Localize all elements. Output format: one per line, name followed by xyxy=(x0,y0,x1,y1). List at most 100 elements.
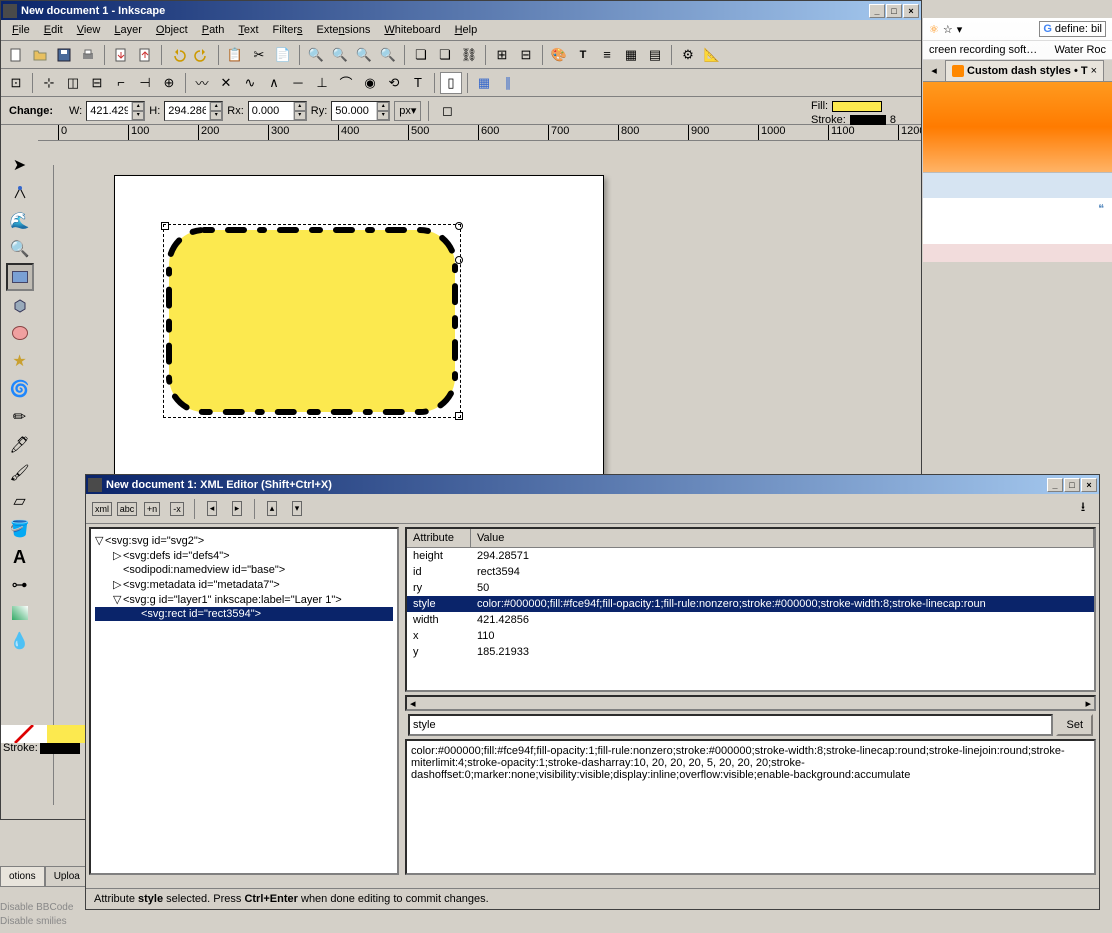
snap-edge-button[interactable]: ⊟ xyxy=(86,72,108,94)
document-properties-button[interactable]: 📐 xyxy=(701,44,723,66)
bookmark-link-2[interactable]: Water Roc xyxy=(1054,44,1106,56)
export-button[interactable] xyxy=(134,44,156,66)
rss-icon[interactable]: ⚛ xyxy=(929,23,939,36)
browser-tab[interactable]: Custom dash styles • T × xyxy=(945,60,1104,81)
text-dialog-button[interactable]: T xyxy=(572,44,594,66)
menu-whiteboard[interactable]: Whiteboard xyxy=(377,22,447,38)
print-button[interactable] xyxy=(77,44,99,66)
zoom-drawing-button[interactable]: 🔍 xyxy=(353,44,375,66)
fill-stroke-dialog-button[interactable]: 🎨 xyxy=(548,44,570,66)
xml-node[interactable]: <svg:rect id="rect3594"> xyxy=(95,607,393,621)
attr-col-value[interactable]: Value xyxy=(471,529,1094,547)
tab-close-icon[interactable]: × xyxy=(1091,65,1097,77)
xml-node[interactable]: ▷<svg:metadata id="metadata7"> xyxy=(95,577,393,592)
dropper-tool[interactable]: 💧 xyxy=(6,627,34,655)
node-tool[interactable] xyxy=(6,179,34,207)
star-icon[interactable]: ☆ xyxy=(943,23,953,36)
snap-text-button[interactable]: T xyxy=(407,72,429,94)
disable-smilies-text[interactable]: Disable smilies xyxy=(0,916,67,927)
bookmark-link-1[interactable]: creen recording soft… xyxy=(929,44,1037,56)
rx-input[interactable]: ▴▾ xyxy=(248,101,307,121)
tweak-tool[interactable]: 🌊 xyxy=(6,207,34,235)
duplicate-button[interactable]: ❏ xyxy=(410,44,432,66)
attr-row[interactable]: x110 xyxy=(407,628,1094,644)
attr-col-name[interactable]: Attribute xyxy=(407,529,471,547)
stroke-swatch[interactable] xyxy=(850,115,886,126)
upload-tab[interactable]: Uploa xyxy=(45,866,89,887)
menu-layer[interactable]: Layer xyxy=(107,22,149,38)
zoom-page-button[interactable]: 🔍 xyxy=(329,44,351,66)
attr-name-input[interactable] xyxy=(408,714,1053,736)
fill-swatch[interactable] xyxy=(832,101,882,112)
copy-button[interactable]: 📋 xyxy=(224,44,246,66)
star-tool[interactable]: ★ xyxy=(6,347,34,375)
menu-path[interactable]: Path xyxy=(195,22,232,38)
resize-handle-tl[interactable] xyxy=(161,222,169,230)
resize-handle-br[interactable] xyxy=(455,412,463,420)
ungroup-button[interactable]: ⊟ xyxy=(515,44,537,66)
snap-guide-button[interactable]: ∥ xyxy=(497,72,519,94)
xml-tb-btn-6[interactable]: ▸ xyxy=(226,498,248,520)
height-input[interactable]: ▴▾ xyxy=(164,101,223,121)
open-button[interactable] xyxy=(29,44,51,66)
attr-row[interactable]: y185.21933 xyxy=(407,644,1094,660)
align-dialog-button[interactable]: ▦ xyxy=(620,44,642,66)
rectangle-tool[interactable] xyxy=(6,263,34,291)
not-rounded-button[interactable]: ◻ xyxy=(436,100,458,122)
snap-center-button[interactable]: ⊕ xyxy=(158,72,180,94)
pencil-tool[interactable]: ✏ xyxy=(6,403,34,431)
dropdown-icon[interactable]: ▾ xyxy=(957,23,963,36)
connector-tool[interactable]: ⊶ xyxy=(6,571,34,599)
bottom-stroke-swatch[interactable] xyxy=(40,743,80,754)
menu-view[interactable]: View xyxy=(70,22,108,38)
xml-tb-btn-3[interactable]: -x xyxy=(166,498,188,520)
snap-grid-button[interactable]: ▦ xyxy=(473,72,495,94)
snap-smooth-button[interactable]: ∿ xyxy=(239,72,261,94)
attribute-list[interactable]: Attribute Value height294.28571idrect359… xyxy=(405,527,1096,692)
redo-button[interactable] xyxy=(191,44,213,66)
menu-filters[interactable]: Filters xyxy=(266,22,310,38)
zoom-selection-button[interactable]: 🔍 xyxy=(377,44,399,66)
snap-enable-button[interactable]: ⊡ xyxy=(5,72,27,94)
xml-tb-btn-0[interactable]: xml xyxy=(91,498,113,520)
snap-intersection-button[interactable]: ✕ xyxy=(215,72,237,94)
snap-midpoint-button[interactable]: ⊣ xyxy=(134,72,156,94)
xml-dialog-button[interactable]: ≡ xyxy=(596,44,618,66)
corner-radius-handle-tr[interactable] xyxy=(455,222,463,230)
attr-row[interactable]: stylecolor:#000000;fill:#fce94f;fill-opa… xyxy=(407,596,1094,612)
maximize-button[interactable]: □ xyxy=(886,4,902,18)
xml-node[interactable]: <sodipodi:namedview id="base"> xyxy=(95,563,393,577)
attr-row[interactable]: ry50 xyxy=(407,580,1094,596)
xml-tb-btn-5[interactable]: ◂ xyxy=(201,498,223,520)
width-input[interactable]: ▴▾ xyxy=(86,101,145,121)
import-button[interactable] xyxy=(110,44,132,66)
search-text[interactable]: define: bil xyxy=(1055,23,1102,35)
xml-delete-attr-button[interactable]: ⭳ xyxy=(1072,498,1094,520)
clone-button[interactable]: ❏ xyxy=(434,44,456,66)
attr-row[interactable]: idrect3594 xyxy=(407,564,1094,580)
menu-extensions[interactable]: Extensions xyxy=(310,22,378,38)
xml-node[interactable]: ▽<svg:g id="layer1" inkscape:label="Laye… xyxy=(95,592,393,607)
quote-icon[interactable]: ❝ xyxy=(1098,203,1104,215)
save-button[interactable] xyxy=(53,44,75,66)
spiral-tool[interactable]: 🌀 xyxy=(6,375,34,403)
options-tab[interactable]: otions xyxy=(0,866,45,887)
menu-edit[interactable]: Edit xyxy=(37,22,70,38)
snap-bbox-button[interactable]: ◫ xyxy=(62,72,84,94)
snap-path-button[interactable]: 〰 xyxy=(191,72,213,94)
xml-node[interactable]: ▽<svg:svg id="svg2"> xyxy=(95,533,393,548)
snap-corner-button[interactable]: ⌐ xyxy=(110,72,132,94)
menu-file[interactable]: File xyxy=(5,22,37,38)
paste-button[interactable]: 📄 xyxy=(272,44,294,66)
ellipse-tool[interactable] xyxy=(6,319,34,347)
new-button[interactable] xyxy=(5,44,27,66)
xml-node[interactable]: ▷<svg:defs id="defs4"> xyxy=(95,548,393,563)
attr-scrollbar[interactable]: ◂▸ xyxy=(405,695,1096,711)
set-button[interactable]: Set xyxy=(1056,714,1093,736)
disable-bbcode-text[interactable]: Disable BBCode xyxy=(0,902,73,913)
eraser-tool[interactable]: ▱ xyxy=(6,487,34,515)
layers-dialog-button[interactable]: ▤ xyxy=(644,44,666,66)
ruler-horizontal[interactable]: 0100200300400500600700800900100011001200 xyxy=(38,125,921,141)
3dbox-tool[interactable] xyxy=(6,291,34,319)
snap-perp-button[interactable]: ⊥ xyxy=(311,72,333,94)
